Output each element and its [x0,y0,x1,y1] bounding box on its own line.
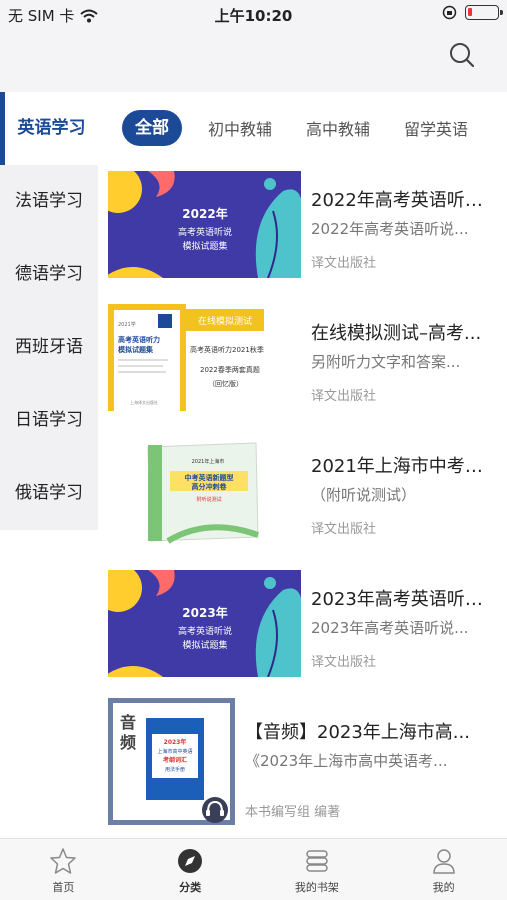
nav-category-label: 分类 [179,881,202,894]
nav-profile-label: 我的 [432,881,455,894]
nav-bookshelf-label: 我的书架 [294,881,339,894]
cover-book-year: 2023年 [164,738,187,746]
bookshelf-icon [306,850,328,872]
cover-title1: 中考英语新题型 [185,473,234,482]
nav-bookshelf[interactable]: 我的书架 [254,839,381,900]
status-right [442,5,503,20]
book-item[interactable]: 音 频 2023年 上海市高中英语 考纲词汇 用法手册 【音频】2023年上海市… [108,698,507,833]
cover-book-title2: 考纲词汇 [163,756,187,764]
book-item[interactable]: 2022年 高考英语听说 模拟试题集 2022年高考英语听说... 2022年高… [108,168,507,301]
book-publisher: 译文出版社 [311,256,377,271]
cover-banner: 在线模拟测试 [198,315,252,327]
nav-home-label: 首页 [52,881,75,894]
book-subtitle: 2023年高考英语听说... [311,619,469,637]
header [0,30,507,92]
book-title[interactable]: 2022年高考英语听说... [311,186,497,212]
cover-line2: 模拟试题集 [182,240,227,252]
book-cover[interactable]: 2021学 高考英语听力 模拟试题集 上海译文出版社 在线模拟测试 高考英语听力… [108,304,301,411]
cover-book-title1: 高考英语听力 [118,335,160,344]
book-cover[interactable]: 音 频 2023年 上海市高中英语 考纲词汇 用法手册 [108,698,235,825]
book-publisher: 译文出版社 [311,655,377,670]
cover-side2: 2022春季两套真题 [200,365,260,374]
book-info: 2023年高考英语听说... 2023年高考英语听说... 译文出版社 [311,585,497,670]
book-title[interactable]: 【音频】2023年上海市高... [245,718,497,744]
book-subtitle: 另附听力文字和答案... [311,353,461,371]
book-publisher: 译文出版社 [311,522,377,537]
search-icon[interactable] [447,40,477,70]
tab-senior-high[interactable]: 高中教辅 [306,116,370,140]
cover-line1: 高考英语听说 [178,625,232,637]
cover-year: 2022年 [182,206,227,221]
book-title[interactable]: 2021年上海市中考英... [311,452,497,478]
cover-book-year: 2021学 [118,321,136,328]
cover-book-sub: 上海译文出版社 [130,399,158,405]
cover-side3: （回忆版） [208,379,243,388]
book-item[interactable]: 2021年上海市 中考英语新题型 高分冲刺卷 附听说测试 2021年上海市中考英… [108,434,507,567]
book-cover[interactable]: 2022年 高考英语听说 模拟试题集 [108,171,301,278]
person-icon [432,849,455,874]
battery-level [468,8,472,16]
battery-icon [465,5,503,20]
bottom-nav: 首页 分类 我的书架 我的 [0,838,507,900]
sidebar-item-french[interactable]: 法语学习 [0,165,98,238]
cover-year: 2023年 [182,605,227,620]
cover-book-title1: 上海市高中英语 [157,748,192,755]
book-info: 【音频】2023年上海市高... 《2023年上海市高中英语考... 本书编写组… [245,718,497,820]
sidebar-item-spanish[interactable]: 西班牙语 [0,311,98,384]
compass-icon [178,849,203,873]
status-time: 上午10:20 [214,7,293,25]
book-cover[interactable]: 2023年 高考英语听说 模拟试题集 [108,570,301,677]
cover-book-title3: 用法手册 [165,766,185,773]
book-info: 在线模拟测试–高考... 另附听力文字和答案... 译文出版社 [311,319,497,404]
tab-junior-high[interactable]: 初中教辅 [208,116,272,140]
orientation-lock-icon [442,5,457,20]
cover-side1: 高考英语听力2021秋季 [190,345,264,354]
star-icon [50,848,77,874]
status-bar: 无 SIM 卡 上午10:20 [0,0,507,30]
cover-book-title2: 模拟试题集 [118,345,154,354]
tab-study-abroad[interactable]: 留学英语 [404,116,468,140]
book-subtitle: 2022年高考英语听说... [311,220,469,238]
sidebar-item-german[interactable]: 德语学习 [0,238,98,311]
cover-line1: 高考英语听说 [178,226,232,238]
cover-label2: 频 [120,733,136,752]
book-list: 2022年 高考英语听说 模拟试题集 2022年高考英语听说... 2022年高… [108,168,507,833]
nav-category[interactable]: 分类 [127,839,254,900]
category-sidebar: 英语学习 法语学习 德语学习 西班牙语 日语学习 俄语学习 [0,92,98,530]
nav-home[interactable]: 首页 [0,839,127,900]
book-info: 2021年上海市中考英... （附听说测试） 译文出版社 [311,452,497,537]
nav-profile[interactable]: 我的 [380,839,507,900]
book-cover[interactable]: 2021年上海市 中考英语新题型 高分冲刺卷 附听说测试 [108,437,301,544]
tab-all[interactable]: 全部 [122,110,182,146]
book-publisher: 译文出版社 [311,389,377,404]
sidebar-item-japanese[interactable]: 日语学习 [0,384,98,457]
book-publisher: 本书编写组 编著 [245,805,341,820]
book-subtitle: 《2023年上海市高中英语考... [245,752,448,770]
sidebar-item-english[interactable]: 英语学习 [0,92,98,165]
sidebar-item-russian[interactable]: 俄语学习 [0,457,98,530]
book-title[interactable]: 2023年高考英语听说... [311,585,497,611]
subcategory-tabs: 全部 初中教辅 高中教辅 留学英语 [122,108,507,148]
book-item[interactable]: 2023年 高考英语听说 模拟试题集 2023年高考英语听说... 2023年高… [108,567,507,700]
cover-line2: 模拟试题集 [182,639,227,651]
cover-label1: 音 [120,713,136,732]
cover-tag: 附听说测试 [196,496,221,503]
cover-title2: 高分冲刺卷 [192,482,228,491]
cover-top: 2021年上海市 [192,458,225,465]
book-info: 2022年高考英语听说... 2022年高考英语听说... 译文出版社 [311,186,497,271]
book-title[interactable]: 在线模拟测试–高考... [311,319,497,345]
book-item[interactable]: 2021学 高考英语听力 模拟试题集 上海译文出版社 在线模拟测试 高考英语听力… [108,301,507,434]
book-subtitle: （附听说测试） [311,486,417,504]
